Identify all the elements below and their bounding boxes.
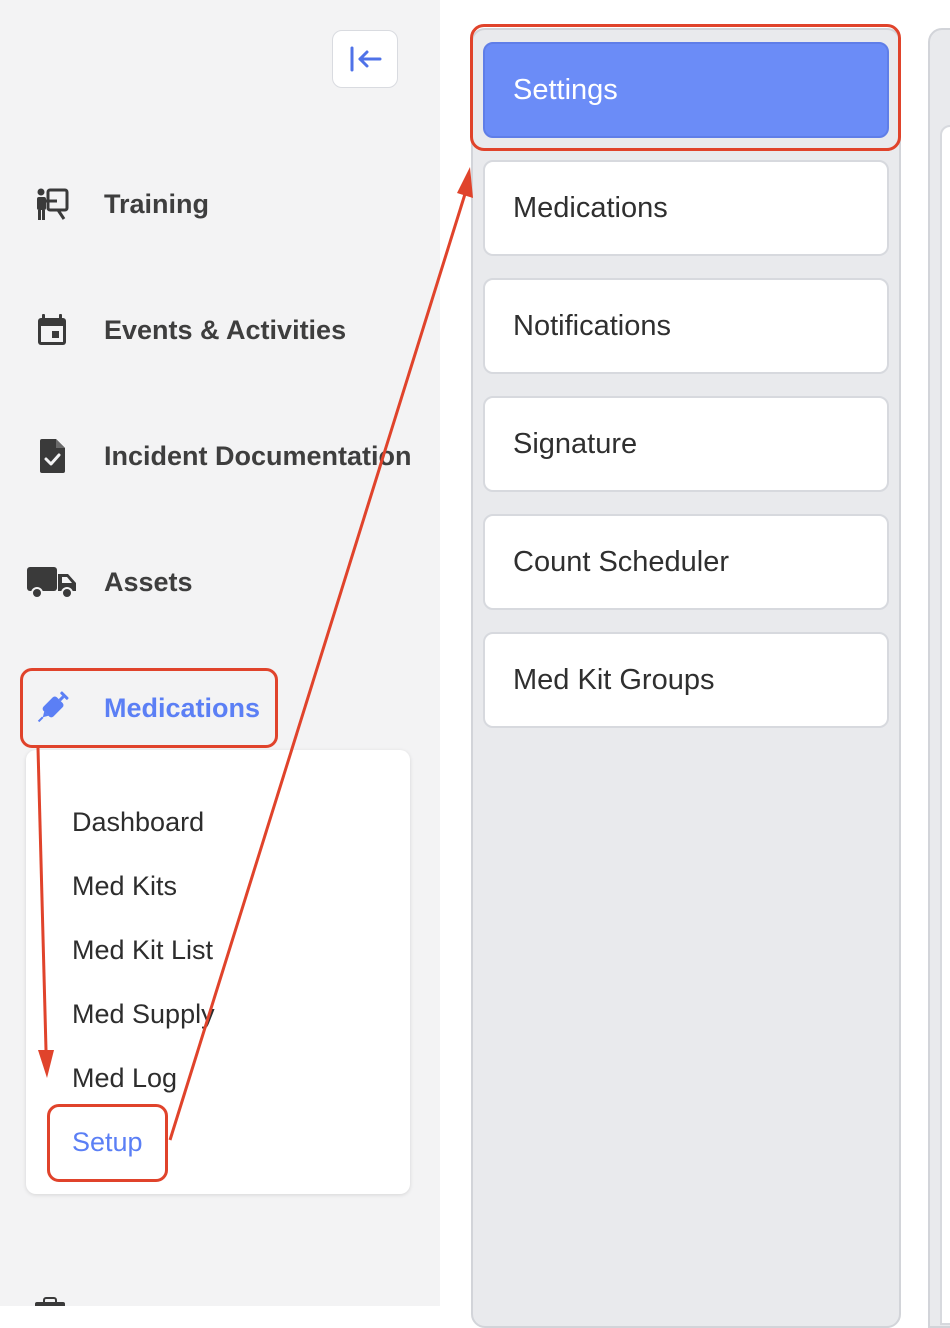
partial-icon (35, 1297, 65, 1306)
setup-menu-medications[interactable]: Medications (483, 160, 889, 256)
nav-item-medications[interactable]: Medications (22, 678, 412, 738)
content-card (940, 125, 950, 1325)
nav-item-incident-documentation[interactable]: Incident Documentation (22, 426, 412, 486)
document-check-icon (22, 438, 82, 474)
setup-menu-signature[interactable]: Signature (483, 396, 889, 492)
submenu-item-setup[interactable]: Setup (72, 1127, 143, 1158)
setup-menu-med-kit-groups[interactable]: Med Kit Groups (483, 632, 889, 728)
submenu-item-med-kits[interactable]: Med Kits (72, 871, 177, 902)
sidebar: Training Events & Activities Incident Do… (0, 0, 440, 1306)
truck-icon (22, 565, 82, 599)
submenu-item-med-log[interactable]: Med Log (72, 1063, 177, 1094)
nav-item-events-activities[interactable]: Events & Activities (22, 300, 412, 360)
syringe-icon (22, 690, 82, 726)
collapse-sidebar-button[interactable] (332, 30, 398, 88)
nav-item-label: Assets (104, 566, 193, 597)
setup-menu-count-scheduler[interactable]: Count Scheduler (483, 514, 889, 610)
submenu-item-med-kit-list[interactable]: Med Kit List (72, 935, 213, 966)
medications-submenu: Dashboard Med Kits Med Kit List Med Supp… (26, 750, 410, 1194)
setup-menu-settings[interactable]: Settings (483, 42, 889, 138)
submenu-item-med-supply[interactable]: Med Supply (72, 999, 215, 1030)
training-presentation-icon (22, 187, 82, 221)
calendar-icon (22, 313, 82, 347)
nav-item-label: Events & Activities (104, 314, 347, 345)
nav-item-label: Incident Documentation (104, 440, 412, 471)
nav-item-assets[interactable]: Assets (22, 552, 412, 612)
nav-item-label: Training (104, 188, 210, 219)
nav-item-label: Medications (104, 692, 261, 723)
nav-item-training[interactable]: Training (22, 174, 412, 234)
collapse-left-icon (350, 46, 382, 72)
setup-menu-notifications[interactable]: Notifications (483, 278, 889, 374)
submenu-item-dashboard[interactable]: Dashboard (72, 807, 204, 838)
